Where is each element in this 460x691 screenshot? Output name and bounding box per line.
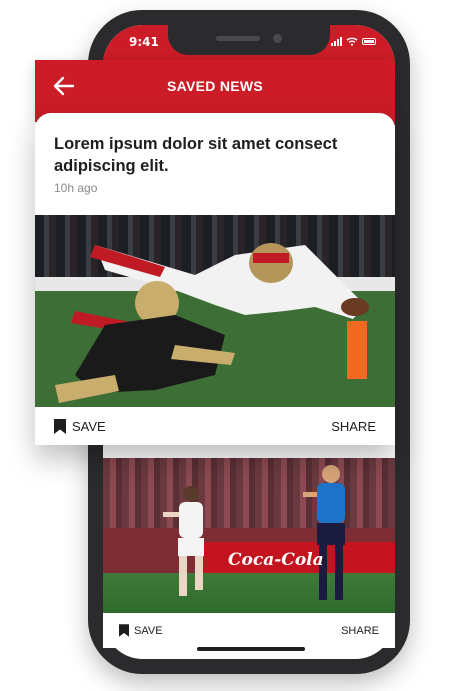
card-actions-secondary: SAVE SHARE: [103, 613, 395, 648]
save-button-secondary[interactable]: SAVE: [119, 624, 163, 637]
bookmark-icon: [54, 418, 66, 434]
share-button-secondary[interactable]: SHARE: [341, 625, 379, 637]
wifi-icon: [346, 37, 358, 46]
article-headline[interactable]: Lorem ipsum dolor sit amet consect adipi…: [54, 133, 374, 177]
bookmark-icon: [119, 624, 129, 637]
status-time: 9:41: [129, 35, 159, 49]
home-indicator: [197, 647, 305, 651]
save-label: SAVE: [134, 624, 163, 637]
article-card-featured[interactable]: Lorem ipsum dolor sit amet consect adipi…: [35, 113, 395, 445]
share-button[interactable]: SHARE: [331, 419, 376, 434]
phone-notch: [168, 25, 330, 55]
speaker-grille: [216, 36, 260, 41]
photo-referee: [303, 465, 345, 600]
photo-players: [55, 243, 369, 403]
photo-banner-text: Coca-Cola: [228, 550, 324, 570]
save-button[interactable]: SAVE: [54, 418, 106, 434]
article-card-secondary[interactable]: Coca-Cola SAVE SHARE: [103, 458, 395, 648]
save-label: SAVE: [72, 418, 106, 434]
signal-icon: [331, 37, 342, 46]
app-mockup: 9:41 Coca-Cola SAVE SHARE SAVED NEWS Lor…: [0, 0, 460, 691]
american-football-tackle-photo: [35, 215, 395, 407]
battery-icon: [362, 38, 376, 45]
arrow-left-icon[interactable]: [52, 74, 76, 98]
camera-dot: [273, 34, 282, 43]
card-actions-featured: SAVE SHARE: [35, 407, 395, 445]
womens-soccer-match-photo: [103, 458, 395, 613]
status-icons: [331, 37, 376, 46]
page-title: SAVED NEWS: [166, 78, 264, 94]
photo-player-white: [163, 486, 204, 596]
article-timestamp: 10h ago: [54, 181, 98, 195]
